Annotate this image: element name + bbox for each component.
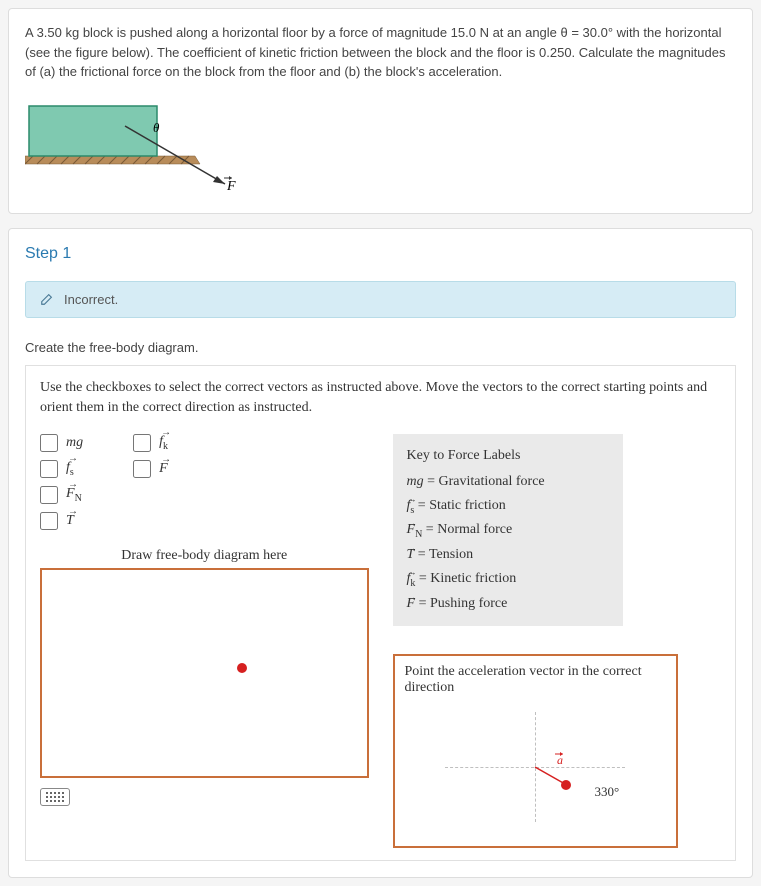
vector-checkboxes: mg fs→ FN→ T→ xyxy=(40,434,369,530)
step-card: Step 1 Incorrect. Create the free-body d… xyxy=(8,228,753,878)
problem-text: A 3.50 kg block is pushed along a horizo… xyxy=(25,23,736,82)
accel-instruction: Point the acceleration vector in the cor… xyxy=(405,664,666,696)
fbd-canvas[interactable] xyxy=(40,568,369,778)
key-row: mg = Gravitational force xyxy=(407,470,609,494)
checkbox-f[interactable]: F→ xyxy=(133,460,168,478)
draw-label: Draw free-body diagram here xyxy=(40,548,369,564)
key-row: F→ = Pushing force xyxy=(407,592,609,616)
force-label: F xyxy=(226,179,236,194)
checkbox-t[interactable]: T→ xyxy=(40,512,83,530)
checkbox-input[interactable] xyxy=(40,486,58,504)
checkbox-mg[interactable]: mg xyxy=(40,434,83,452)
theta-label: θ xyxy=(153,120,160,135)
step-title: Step 1 xyxy=(25,245,736,263)
pencil-icon xyxy=(40,292,54,306)
accel-canvas[interactable]: a 330° xyxy=(405,702,666,832)
checkbox-input[interactable] xyxy=(133,434,151,452)
checkbox-fn[interactable]: FN→ xyxy=(40,486,83,504)
feedback-banner: Incorrect. xyxy=(25,281,736,318)
checkbox-input[interactable] xyxy=(133,460,151,478)
keyboard-icon[interactable] xyxy=(40,788,70,806)
key-row: fk→ = Kinetic friction xyxy=(407,567,609,592)
key-title: Key to Force Labels xyxy=(407,444,609,468)
key-row: FN→ = Normal force xyxy=(407,518,609,543)
key-row: T→ = Tension xyxy=(407,543,609,567)
step-instruction: Create the free-body diagram. xyxy=(25,340,736,355)
checkbox-input[interactable] xyxy=(40,512,58,530)
key-row: fs→ = Static friction xyxy=(407,494,609,519)
checkbox-input[interactable] xyxy=(40,434,58,452)
accel-angle-label: 330° xyxy=(595,784,620,800)
accel-vector[interactable] xyxy=(535,767,565,784)
checkbox-input[interactable] xyxy=(40,460,58,478)
feedback-text: Incorrect. xyxy=(64,292,118,307)
checkbox-fs[interactable]: fs→ xyxy=(40,460,83,478)
worksheet: Use the checkboxes to select the correct… xyxy=(25,365,736,861)
problem-figure: θ F xyxy=(25,96,736,199)
fbd-origin-dot[interactable] xyxy=(237,663,247,673)
acceleration-panel: Point the acceleration vector in the cor… xyxy=(393,654,678,848)
force-key: Key to Force Labels mg = Gravitational f… xyxy=(393,434,623,626)
problem-card: A 3.50 kg block is pushed along a horizo… xyxy=(8,8,753,214)
accel-origin-dot[interactable] xyxy=(561,780,571,790)
worksheet-instruction: Use the checkboxes to select the correct… xyxy=(40,378,721,419)
checkbox-fk[interactable]: fk→ xyxy=(133,434,168,452)
